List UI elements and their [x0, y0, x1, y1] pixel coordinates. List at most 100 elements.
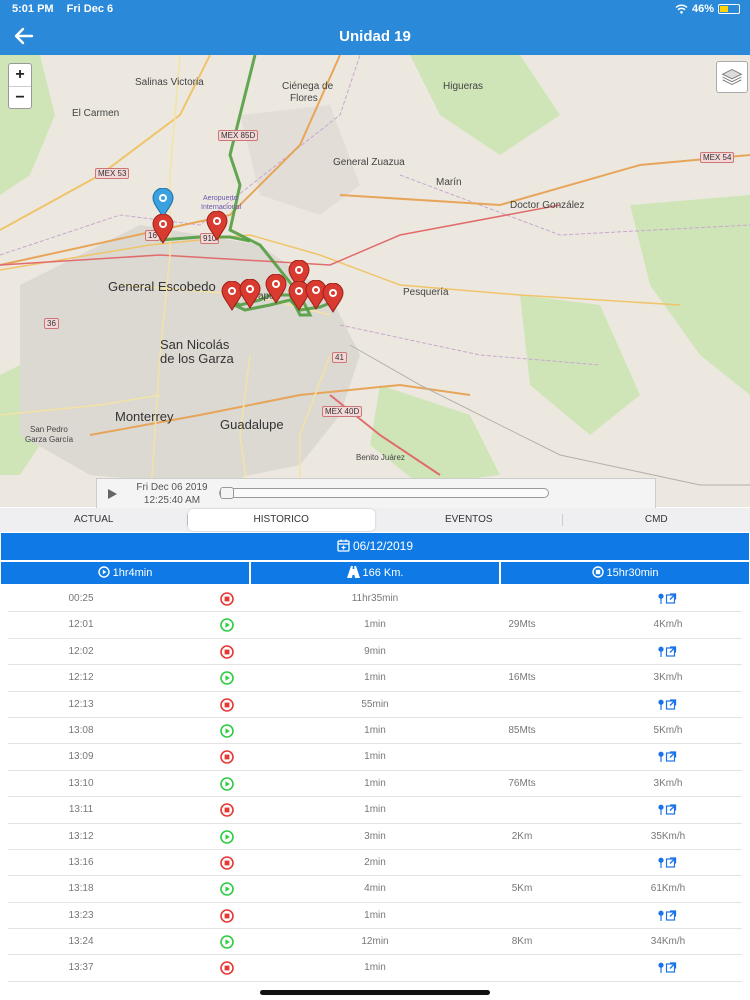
row-time: 12:01	[68, 619, 94, 631]
map-label: Doctor González	[510, 200, 585, 211]
route-map[interactable]: Salinas Victoria Ciénega de Flores Higue…	[0, 55, 750, 507]
stop-pin-icon[interactable]	[265, 274, 287, 304]
slider-handle[interactable]	[220, 487, 234, 499]
row-duration: 1min	[364, 751, 386, 763]
location-link-icon[interactable]	[658, 910, 682, 922]
history-row[interactable]: 12:12 1min 16Mts 3Km/h	[8, 665, 742, 692]
app-header: 5:01 PM Fri Dec 6 46% Unidad 19	[0, 0, 750, 55]
road-label: MEX 40D	[322, 406, 363, 417]
row-time: 13:18	[68, 883, 94, 895]
row-duration: 1min	[364, 777, 386, 789]
location-link-icon[interactable]	[658, 646, 682, 658]
row-time: 13:09	[68, 751, 94, 763]
date-selector[interactable]: 06/12/2019	[1, 533, 749, 560]
map-label: San Nicolás	[160, 337, 230, 352]
row-duration: 1min	[364, 909, 386, 921]
location-link-icon[interactable]	[658, 751, 682, 763]
row-duration: 1min	[364, 804, 386, 816]
map-label: El Carmen	[72, 108, 120, 119]
map-label: Garza García	[25, 435, 74, 444]
layers-icon[interactable]	[716, 61, 748, 93]
playback-slider[interactable]	[219, 487, 549, 499]
road-icon	[346, 566, 360, 578]
stop-pin-icon[interactable]	[239, 279, 261, 309]
location-link-icon[interactable]	[658, 804, 682, 816]
tab-cmd[interactable]: CMD	[563, 509, 750, 531]
row-duration: 3min	[364, 830, 386, 842]
stop-circle-icon	[220, 644, 236, 659]
location-link-icon[interactable]	[658, 962, 682, 974]
stop-circle-icon	[220, 961, 236, 976]
map-label: Internacional	[201, 204, 242, 211]
row-speed: 5Km/h	[653, 724, 683, 736]
history-row[interactable]: 13:24 12min 8Km 34Km/h	[8, 929, 742, 956]
row-duration: 9min	[364, 645, 386, 657]
history-row[interactable]: 12:02 9min	[8, 639, 742, 666]
stop-circle-icon	[220, 803, 236, 817]
history-row[interactable]: 13:09 1min	[8, 744, 742, 771]
row-time: 12:12	[68, 672, 94, 684]
map-label: San Pedro	[30, 425, 68, 434]
location-link-icon[interactable]	[658, 698, 682, 711]
row-duration: 4min	[364, 883, 386, 895]
stop-circle-icon	[220, 856, 236, 870]
tab-actual[interactable]: ACTUAL	[0, 509, 188, 531]
stop-pin-icon[interactable]	[322, 283, 344, 313]
history-row[interactable]: 13:08 1min 85Mts 5Km/h	[8, 718, 742, 745]
map-label: General Zuazua	[333, 157, 405, 168]
playback-date: Fri Dec 06 2019	[136, 482, 208, 493]
road-label: MEX 85D	[218, 130, 259, 141]
stop-circle-icon	[220, 750, 236, 765]
zoom-out-button[interactable]: −	[9, 86, 31, 108]
playback-control: Fri Dec 06 2019 12:25:40 AM	[96, 478, 656, 508]
history-row[interactable]: 13:23 1min	[8, 903, 742, 930]
playback-time: 12:25:40 AM	[143, 495, 201, 506]
battery-percent: 46%	[691, 3, 714, 15]
battery-icon	[718, 4, 740, 14]
map-label: Marín	[436, 177, 462, 188]
row-time: 13:10	[68, 777, 94, 789]
row-duration: 1min	[364, 724, 386, 736]
moving-time: 1hr4min	[112, 567, 153, 579]
stop-circle-icon	[220, 592, 236, 606]
map-label: Flores	[290, 93, 318, 104]
history-row[interactable]: 12:01 1min 29Mts 4Km/h	[8, 612, 742, 639]
history-row[interactable]: 13:16 2min	[8, 850, 742, 877]
row-time: 00:25	[68, 593, 94, 604]
tab-historico[interactable]: HISTORICO	[187, 509, 375, 531]
map-label: Pesquería	[403, 287, 449, 298]
zoom-in-button[interactable]: +	[9, 64, 31, 86]
play-circle-icon	[220, 882, 236, 897]
history-row[interactable]: 12:13 55min	[8, 692, 742, 718]
history-row[interactable]: 13:37 1min	[8, 955, 742, 982]
road-label: 36	[44, 318, 59, 329]
stop-pin-icon[interactable]	[152, 214, 174, 244]
stop-pin-icon[interactable]	[206, 211, 228, 241]
map-label: Guadalupe	[220, 417, 284, 432]
row-speed: 61Km/h	[650, 883, 686, 895]
row-speed: 3Km/h	[653, 672, 683, 684]
history-row[interactable]: 13:10 1min 76Mts 3Km/h	[8, 771, 742, 798]
play-circle-icon	[220, 671, 236, 685]
tab-eventos[interactable]: EVENTOS	[375, 509, 563, 531]
row-time: 13:08	[68, 724, 94, 736]
row-distance: 5Km	[511, 883, 533, 895]
stop-circle-icon	[220, 908, 236, 923]
location-link-icon[interactable]	[658, 593, 682, 605]
history-row[interactable]: 13:11 1min	[8, 797, 742, 824]
history-row[interactable]: 00:25 11hr35min	[8, 586, 742, 613]
row-distance: 2Km	[511, 830, 533, 842]
total-distance: 166 Km.	[362, 567, 404, 579]
stop-circle-icon	[220, 697, 236, 712]
history-row[interactable]: 13:18 4min 5Km 61Km/h	[8, 876, 742, 903]
row-duration: 55min	[361, 698, 389, 710]
play-icon[interactable]	[97, 479, 127, 509]
history-row[interactable]: 13:12 3min 2Km 35Km/h	[8, 824, 742, 850]
location-link-icon[interactable]	[658, 857, 682, 869]
stopped-time: 15hr30min	[606, 567, 659, 579]
status-date: Fri Dec 6	[66, 3, 114, 15]
row-distance: 76Mts	[508, 777, 536, 789]
play-circle-icon	[220, 935, 236, 949]
status-time: 5:01 PM	[12, 3, 54, 15]
row-time: 13:24	[68, 936, 94, 948]
